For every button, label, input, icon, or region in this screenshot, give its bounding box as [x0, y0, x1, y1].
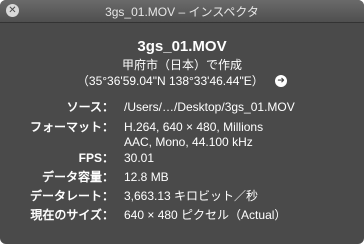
- fps-label: FPS：: [78, 151, 114, 165]
- data-rate-value: 3,663.13 キロビット／秒: [124, 189, 259, 203]
- file-name: 3gs_01.MOV: [137, 38, 227, 55]
- format-value: H.264, 640 × 480, Millions AAC, Mono, 44…: [124, 120, 263, 150]
- format-video-line: H.264, 640 × 480, Millions: [124, 120, 264, 134]
- format-label: フォーマット：: [29, 120, 114, 134]
- current-size-label: 現在のサイズ：: [30, 208, 114, 222]
- title-bar[interactable]: ✕ 3gs_01.MOV – インスペクタ: [0, 0, 364, 23]
- data-rate-label: データレート：: [29, 189, 114, 203]
- format-audio-line: AAC, Mono, 44.100 kHz: [124, 135, 253, 149]
- inspector-window: ✕ 3gs_01.MOV – インスペクタ 3gs_01.MOV 甲府市（日本）…: [0, 0, 364, 244]
- coordinates-row: （35°36'59.04"N 138°33'46.44"E） ➜: [0, 72, 364, 89]
- location-text: 甲府市（日本）で作成: [121, 58, 242, 72]
- current-size-value: 640 × 480 ピクセル（Actual）: [124, 208, 287, 222]
- window-title: 3gs_01.MOV – インスペクタ: [105, 5, 259, 19]
- fps-value: 30.01: [124, 151, 155, 165]
- coordinates-text: （35°36'59.04"N 138°33'46.44"E）: [76, 74, 264, 88]
- data-size-label: データ容量：: [41, 170, 114, 184]
- arrow-right-circle-icon[interactable]: ➜: [275, 74, 288, 87]
- source-label: ソース：: [66, 100, 114, 114]
- source-value: /Users/…/Desktop/3gs_01.MOV: [124, 100, 295, 114]
- data-size-value: 12.8 MB: [124, 170, 169, 184]
